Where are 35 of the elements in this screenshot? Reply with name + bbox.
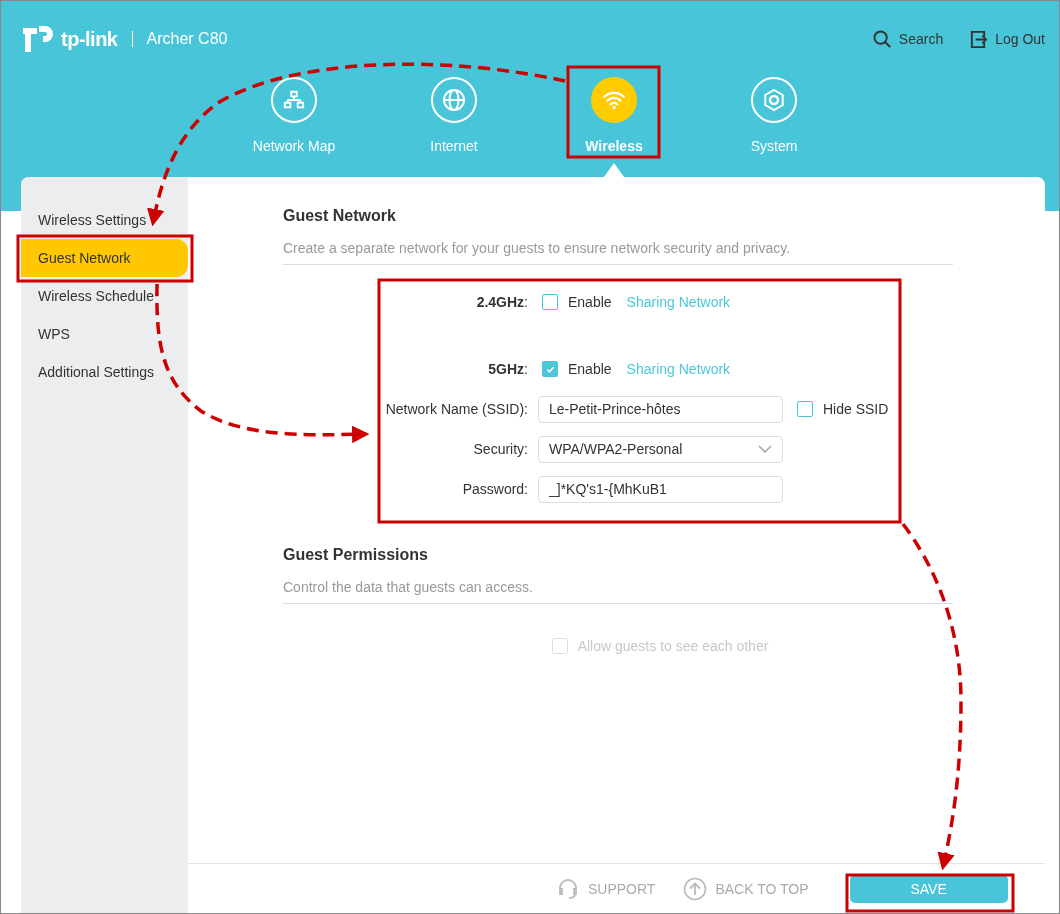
headset-icon: [556, 877, 580, 901]
chevron-down-icon: [758, 445, 772, 453]
arrow-up-circle-icon: [683, 877, 708, 901]
field-label: Network Name (SSID):: [384, 400, 528, 419]
sidebar-item[interactable]: Additional Settings: [21, 353, 188, 391]
input-field[interactable]: _]*KQ's1-{MhKuB1: [538, 475, 783, 503]
search-icon: [872, 29, 892, 49]
brand-logo: tp-link: [61, 27, 118, 51]
section-description: Control the data that guests can access.: [283, 579, 953, 604]
field-label: Security:: [472, 440, 528, 459]
section-title: Guest Network: [283, 207, 397, 225]
network-map-icon: [283, 89, 305, 111]
enable-label: Enable: [568, 361, 612, 377]
logout-link[interactable]: Log Out: [969, 29, 1045, 49]
hide-ssid-checkbox[interactable]: [797, 401, 813, 417]
security-dropdown[interactable]: WPA/WPA2-Personal: [538, 435, 783, 463]
globe-icon: [442, 88, 466, 112]
input-field[interactable]: Le-Petit-Prince-hôtes: [538, 395, 783, 423]
hide-ssid-label: Hide SSID: [823, 401, 889, 417]
model-name: Archer C80: [146, 30, 228, 48]
band-label: 5GHz:: [487, 360, 528, 379]
gear-icon: [762, 88, 786, 112]
section-title: Guest Permissions: [283, 546, 429, 564]
band-label: 2.4GHz:: [475, 293, 528, 312]
section-description: Create a separate network for your guests to ensure network security and privacy.: [283, 240, 953, 265]
sidebar-item[interactable]: WPS: [21, 315, 188, 353]
enable-label: Enable: [568, 294, 612, 310]
sidebar-item[interactable]: Wireless Schedule: [21, 277, 188, 315]
field-label: Password:: [461, 480, 528, 499]
search-link[interactable]: Search: [872, 29, 944, 49]
logout-icon: [969, 29, 989, 49]
sidebar-item[interactable]: Guest Network: [21, 239, 188, 277]
sidebar-item[interactable]: Wireless Settings: [21, 201, 188, 239]
enable-checkbox[interactable]: [542, 294, 558, 310]
enable-checkbox[interactable]: [542, 361, 558, 377]
